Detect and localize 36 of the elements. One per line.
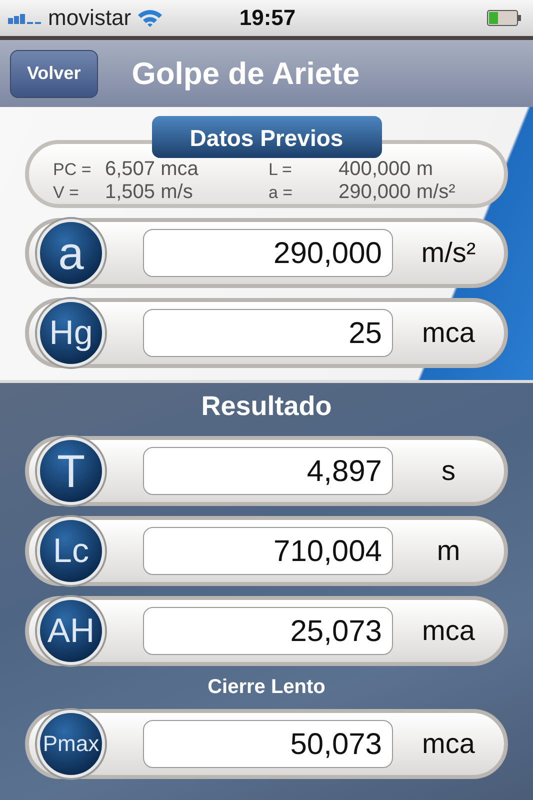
value-field[interactable]: 290,000 <box>143 229 393 277</box>
symbol-badge: Lc <box>37 517 105 585</box>
back-button[interactable]: Volver <box>10 50 98 98</box>
symbol-badge: T <box>37 437 105 505</box>
summary-value: 290,000 m/s² <box>338 181 456 204</box>
subsection-heading: Cierre Lento <box>206 676 326 699</box>
section-heading: Datos Previos <box>152 116 382 158</box>
symbol-badge: a <box>37 219 105 287</box>
screen-title: Golpe de Ariete <box>132 56 360 92</box>
symbol-badge: AH <box>37 597 105 665</box>
signal-icon <box>8 12 42 24</box>
symbol-badge: Hg <box>37 299 105 367</box>
value-field: 4,897 <box>143 447 393 495</box>
value-field: 710,004 <box>143 527 393 575</box>
summary-value: 6,507 mca <box>105 158 198 181</box>
unit-label: mca <box>421 615 476 647</box>
unit-label: m/s² <box>420 237 477 269</box>
unit-label: s <box>440 455 456 487</box>
value-field: 50,073 <box>143 720 393 768</box>
carrier-name: movistar <box>48 5 132 31</box>
unit-label: mca <box>421 728 476 760</box>
summary-label: a = <box>268 183 294 203</box>
summary-value: 1,505 m/s <box>105 181 193 204</box>
battery-icon <box>487 10 521 26</box>
status-time: 19:57 <box>239 5 296 31</box>
section-heading: Resultado <box>200 391 333 422</box>
unit-label: m <box>436 535 462 567</box>
wifi-icon <box>137 8 164 28</box>
summary-label: L = <box>268 160 293 180</box>
value-field[interactable]: 25 <box>143 309 393 357</box>
summary-label: V = <box>53 183 80 203</box>
symbol-badge: Pmax <box>37 710 105 778</box>
value-field: 25,073 <box>143 607 393 655</box>
summary-value: 400,000 m <box>338 158 434 181</box>
unit-label: mca <box>421 317 476 349</box>
summary-label: PC = <box>53 160 92 180</box>
